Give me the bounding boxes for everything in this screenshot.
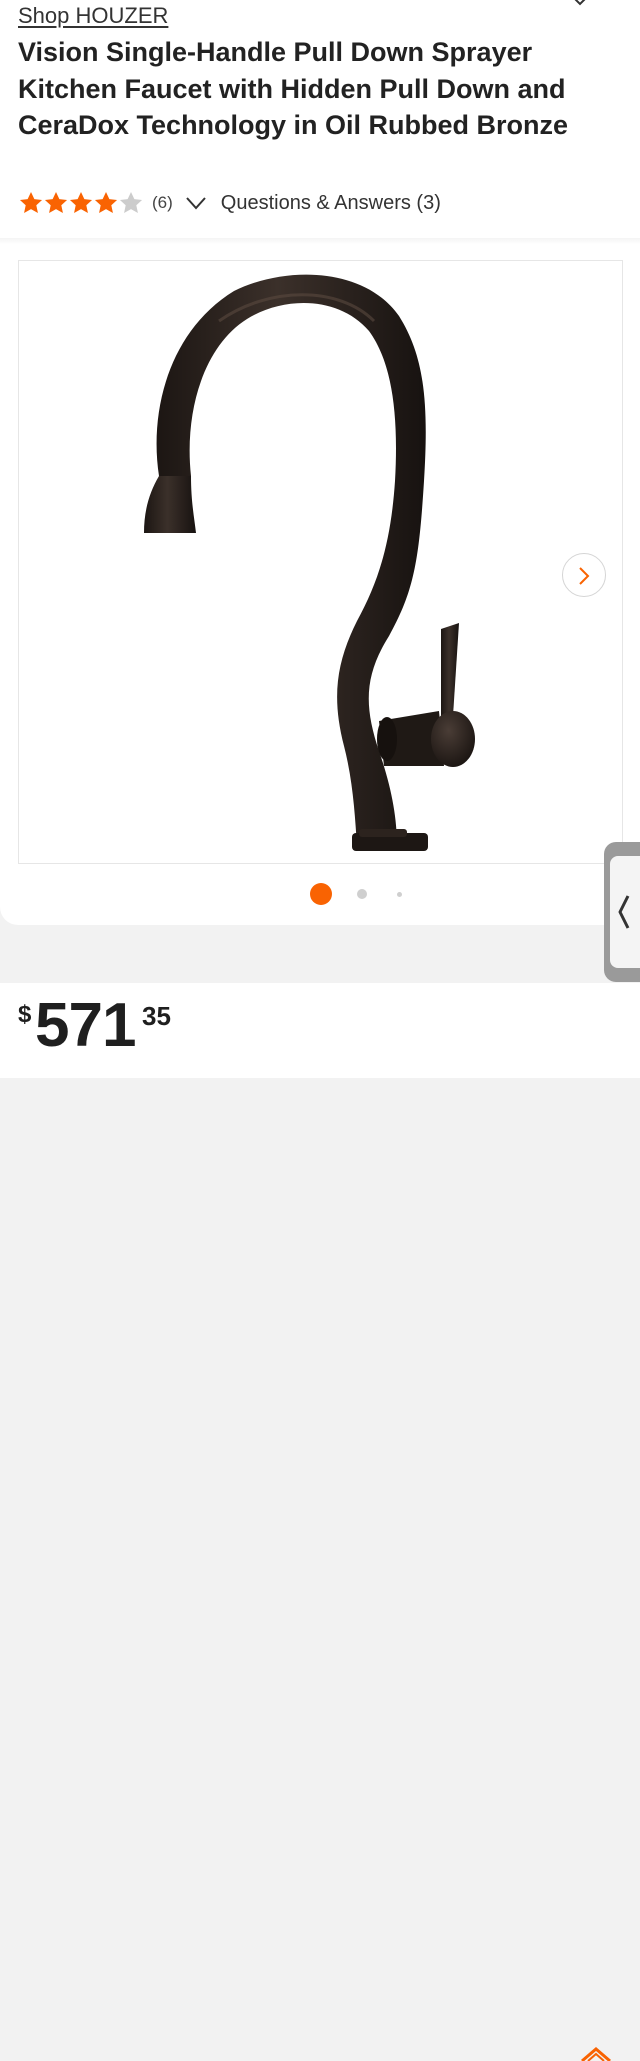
star-icon	[44, 191, 68, 213]
chevron-down-icon[interactable]	[569, 0, 591, 8]
product-card: Shop HOUZER Vision Single-Handle Pull Do…	[0, 0, 640, 925]
price-dollars: 571	[35, 991, 136, 1060]
product-title: Vision Single-Handle Pull Down Sprayer K…	[18, 37, 569, 140]
star-rating[interactable]	[18, 188, 143, 218]
star-icon	[94, 191, 118, 213]
orange-badge-icon	[581, 2047, 611, 2061]
star-empty-icon	[119, 191, 143, 213]
next-image-button[interactable]	[562, 553, 606, 597]
review-count[interactable]: (6)	[152, 193, 173, 213]
chevron-left-icon	[618, 895, 630, 929]
pager-dot[interactable]	[397, 892, 402, 897]
star-icon	[69, 191, 93, 213]
price-currency: $	[18, 1001, 32, 1028]
rating-row: (6) Questions & Answers (3)	[18, 188, 441, 218]
price-cents: 35	[142, 1001, 171, 1031]
side-panel-tab[interactable]	[604, 842, 640, 982]
chevron-right-icon	[579, 567, 590, 585]
questions-answers-link[interactable]: Questions & Answers (3)	[221, 192, 441, 215]
divider	[0, 238, 640, 244]
chevron-down-icon[interactable]	[185, 196, 207, 210]
image-pager	[0, 882, 640, 906]
shop-brand-link[interactable]: Shop HOUZER	[18, 2, 168, 30]
price-card: $ 571 35	[0, 983, 640, 2061]
star-icon	[19, 191, 43, 213]
faucet-image[interactable]	[19, 261, 622, 863]
pager-dot-active[interactable]	[310, 883, 332, 905]
product-image-frame[interactable]	[18, 260, 623, 864]
pager-dot[interactable]	[357, 889, 367, 899]
